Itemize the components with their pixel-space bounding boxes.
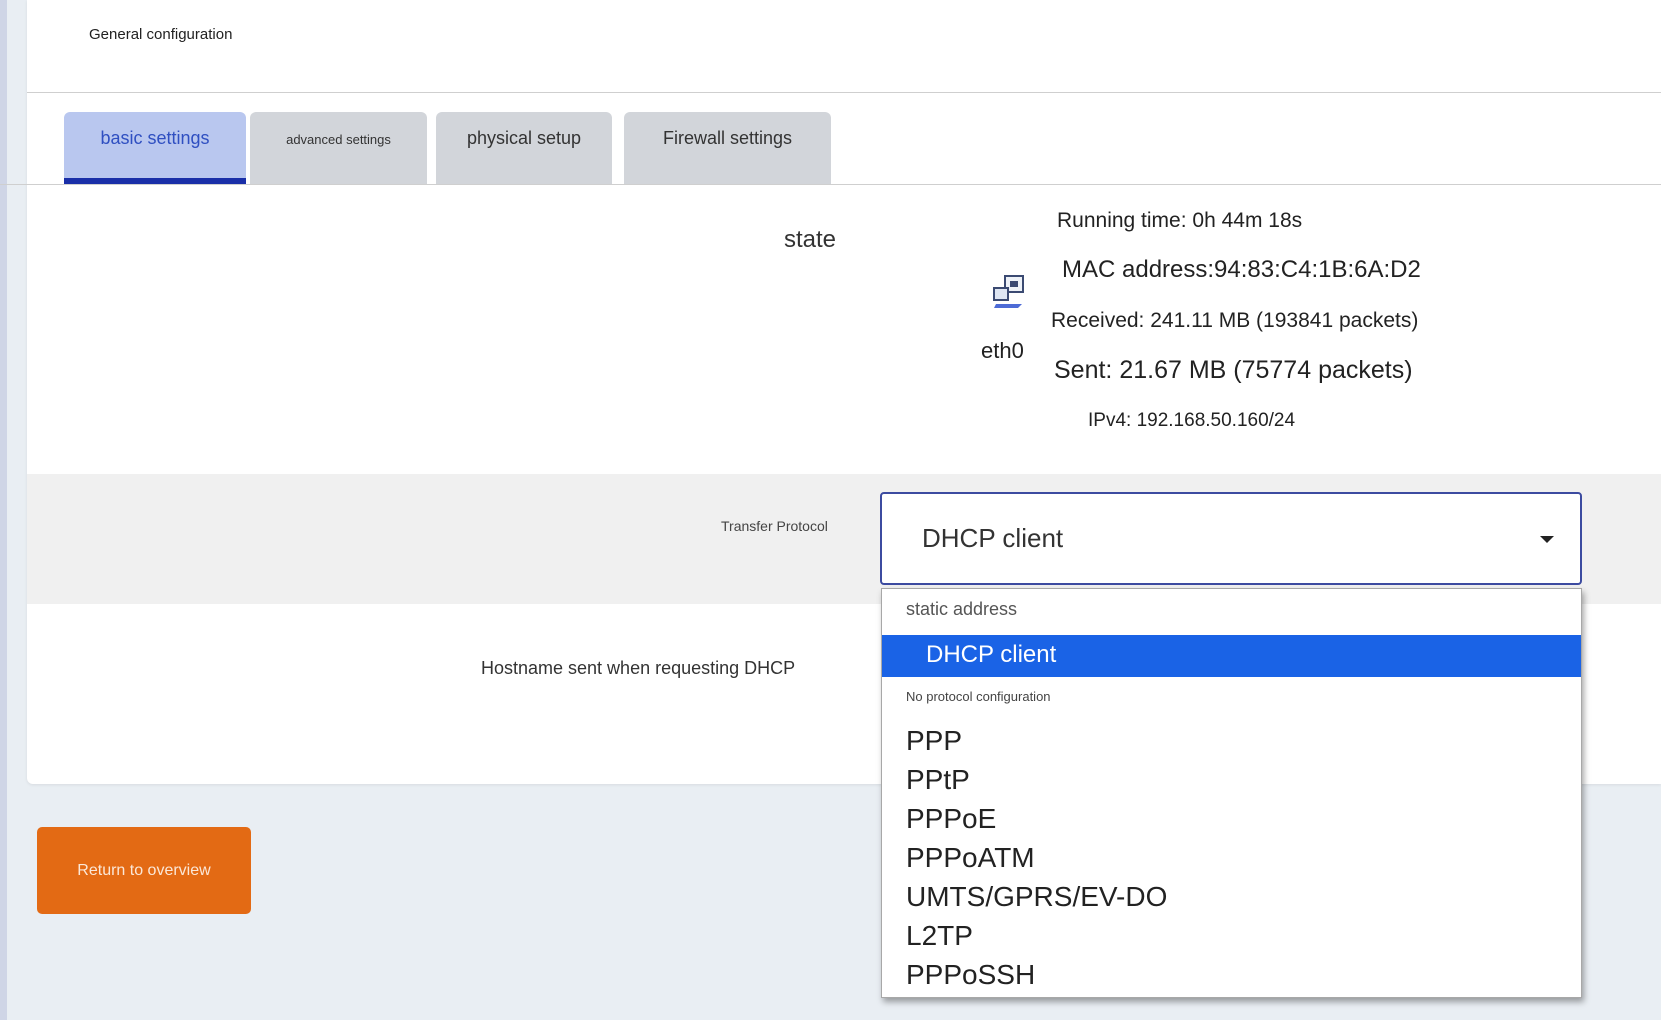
divider bbox=[27, 92, 1661, 93]
option-pptp[interactable]: PPtP bbox=[882, 764, 1581, 796]
option-no-protocol[interactable]: No protocol configuration bbox=[882, 689, 1581, 704]
left-rail bbox=[0, 0, 7, 1020]
section-title: General configuration bbox=[89, 26, 233, 43]
interface-name: eth0 bbox=[981, 338, 1024, 363]
tab-firewall-settings[interactable]: Firewall settings bbox=[624, 112, 831, 184]
protocol-selected-value: DHCP client bbox=[922, 523, 1064, 553]
option-ppp[interactable]: PPP bbox=[882, 725, 1581, 757]
option-l2tp[interactable]: L2TP bbox=[882, 920, 1581, 952]
running-time: Running time: 0h 44m 18s bbox=[1057, 209, 1303, 232]
sent-stats: Sent: 21.67 MB (75774 packets) bbox=[1054, 356, 1413, 384]
option-static-address[interactable]: static address bbox=[882, 599, 1581, 620]
protocol-dropdown-list: static address DHCP client No protocol c… bbox=[881, 588, 1582, 998]
return-to-overview-button[interactable]: Return to overview bbox=[37, 827, 251, 914]
protocol-select[interactable]: DHCP client bbox=[880, 492, 1582, 585]
received-stats: Received: 241.11 MB (193841 packets) bbox=[1051, 309, 1419, 332]
chevron-down-icon bbox=[1540, 536, 1554, 543]
tabbar-divider bbox=[0, 184, 1661, 185]
tab-physical-setup[interactable]: physical setup bbox=[436, 112, 612, 184]
tab-advanced-settings[interactable]: advanced settings bbox=[250, 112, 427, 184]
hostname-label: Hostname sent when requesting DHCP bbox=[481, 658, 796, 678]
option-pppossh[interactable]: PPPoSSH bbox=[882, 959, 1581, 991]
option-pppoe[interactable]: PPPoE bbox=[882, 803, 1581, 835]
ipv4-address: IPv4: 192.168.50.160/24 bbox=[1088, 410, 1296, 431]
option-dhcp-client[interactable]: DHCP client bbox=[882, 635, 1581, 677]
option-pppoatm[interactable]: PPPoATM bbox=[882, 842, 1581, 874]
mac-address: MAC address:94:83:C4:1B:6A:D2 bbox=[1062, 256, 1421, 283]
network-interface-icon bbox=[993, 275, 1024, 308]
tab-basic-settings[interactable]: basic settings bbox=[64, 112, 246, 184]
state-label: state bbox=[784, 226, 837, 253]
protocol-label: Transfer Protocol bbox=[721, 518, 828, 534]
option-umts[interactable]: UMTS/GPRS/EV-DO bbox=[882, 881, 1581, 913]
